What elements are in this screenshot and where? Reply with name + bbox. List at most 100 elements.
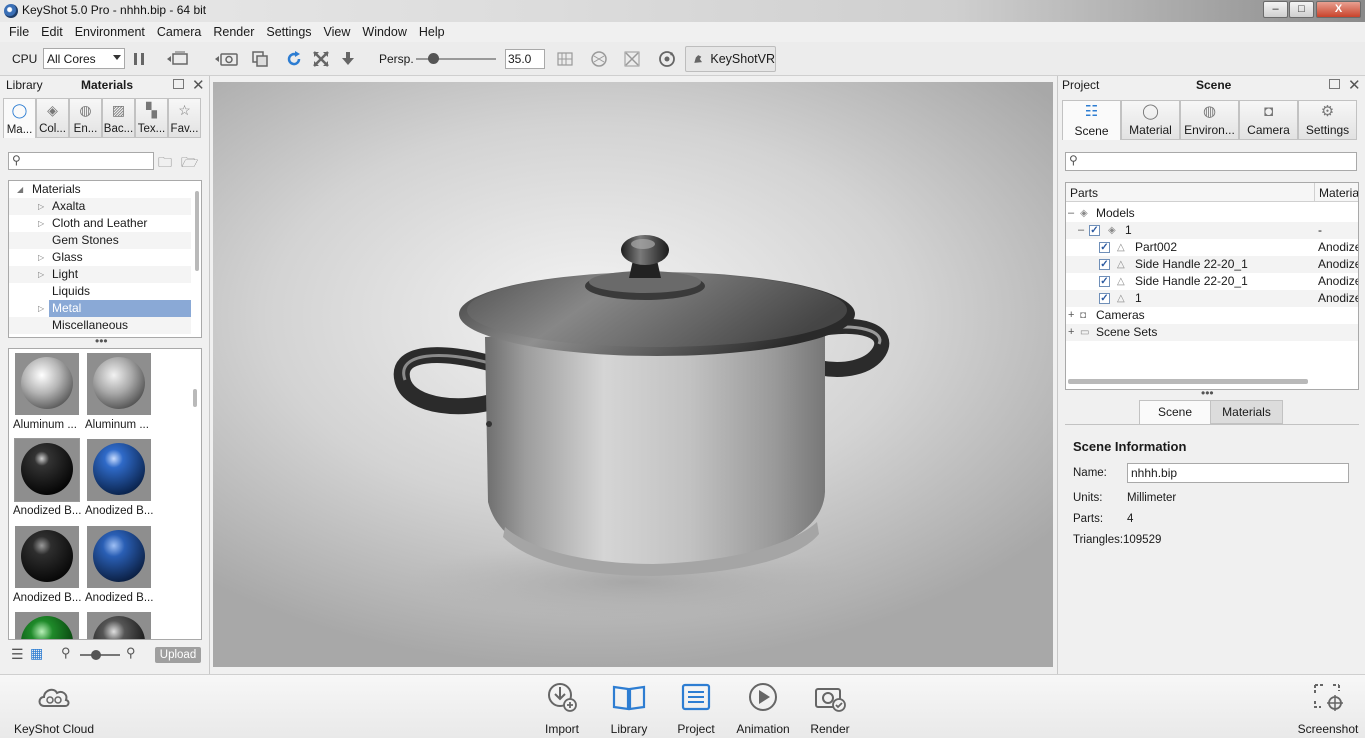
menu-file[interactable]: File xyxy=(3,25,35,39)
zoom-out-icon[interactable]: ⚲ xyxy=(61,645,71,661)
slider-knob[interactable] xyxy=(428,53,439,64)
animation-button[interactable]: Animation xyxy=(728,679,798,737)
minimize-button[interactable]: – xyxy=(1263,1,1288,18)
material-thumbnail[interactable]: Anodized B... xyxy=(11,437,83,521)
scene-row-models[interactable]: – ◈ Models xyxy=(1066,205,1358,222)
expand-icon[interactable]: + xyxy=(1068,307,1074,324)
keyshot-cloud-button[interactable]: KeyShot Cloud xyxy=(6,679,102,737)
tree-item-liquids[interactable]: Liquids xyxy=(9,283,191,300)
tree-scrollbar[interactable] xyxy=(195,191,199,271)
zoom-in-icon[interactable]: ⚲ xyxy=(126,645,136,661)
menu-view[interactable]: View xyxy=(318,25,357,39)
tab-material[interactable]: ◯ Material xyxy=(1121,100,1180,140)
scene-tree-scrollbar[interactable] xyxy=(1068,379,1308,384)
visibility-checkbox[interactable]: ✓ xyxy=(1099,276,1110,287)
tree-item-cloth-and-leather[interactable]: ▷ Cloth and Leather xyxy=(9,215,191,232)
collapse-icon[interactable]: – xyxy=(1078,222,1084,239)
tree-item-gem-stones[interactable]: Gem Stones xyxy=(9,232,191,249)
visibility-checkbox[interactable]: ✓ xyxy=(1099,293,1110,304)
collapsed-arrow-icon[interactable]: ▷ xyxy=(38,198,44,215)
rotate-icon[interactable] xyxy=(657,42,677,76)
import-button[interactable]: Import xyxy=(527,679,597,737)
undock-icon[interactable] xyxy=(173,79,184,89)
project-button[interactable]: Project xyxy=(661,679,731,737)
render-viewport[interactable] xyxy=(213,82,1053,667)
splitter-handle-icon[interactable]: ••• xyxy=(95,334,108,348)
copy-icon[interactable] xyxy=(251,42,269,76)
keyshot-app-icon[interactable] xyxy=(4,4,18,18)
upload-button[interactable]: Upload xyxy=(155,647,201,663)
material-thumbnail[interactable] xyxy=(83,610,155,639)
geometry-view-icon[interactable] xyxy=(623,42,641,76)
tab-scene[interactable]: ☷ Scene xyxy=(1062,100,1121,140)
close-panel-icon[interactable]: ✕ xyxy=(192,76,205,94)
grid-view-icon[interactable]: ▦ xyxy=(30,645,43,662)
drop-down-arrow-icon[interactable] xyxy=(339,42,357,76)
cpu-cores-select[interactable]: All Cores xyxy=(43,48,125,69)
tree-item-glass[interactable]: ▷ Glass xyxy=(9,249,191,266)
import-scene-icon[interactable] xyxy=(165,42,191,76)
collapsed-arrow-icon[interactable]: ▷ xyxy=(38,215,44,232)
tree-item-axalta[interactable]: ▷ Axalta xyxy=(9,198,191,215)
scene-search-input[interactable]: ⚲ xyxy=(1065,152,1357,171)
scene-name-field[interactable]: nhhh.bip xyxy=(1127,463,1349,483)
collapsed-arrow-icon[interactable]: ▷ xyxy=(38,249,44,266)
pause-icon[interactable] xyxy=(131,42,147,76)
menu-edit[interactable]: Edit xyxy=(35,25,69,39)
menu-environment[interactable]: Environment xyxy=(69,25,151,39)
scene-row-part[interactable]: ✓ △ Side Handle 22-20_1 Anodize xyxy=(1066,273,1358,290)
expanded-arrow-icon[interactable]: ◢ xyxy=(17,181,23,198)
fit-view-icon[interactable] xyxy=(312,42,330,76)
tree-item-materials[interactable]: ◢ Materials xyxy=(9,181,191,198)
screenshot-icon[interactable] xyxy=(213,42,241,76)
material-thumbnail[interactable]: Anodized B... xyxy=(83,524,155,608)
visibility-checkbox[interactable]: ✓ xyxy=(1099,242,1110,253)
tab-colors[interactable]: ◈ Col... xyxy=(36,98,69,138)
scene-row-scene-sets[interactable]: + ▭ Scene Sets xyxy=(1066,324,1358,341)
tab-settings[interactable]: ⚙ Settings xyxy=(1298,100,1357,140)
menu-window[interactable]: Window xyxy=(356,25,412,39)
visibility-checkbox[interactable]: ✓ xyxy=(1099,259,1110,270)
visibility-checkbox[interactable]: ✓ xyxy=(1089,225,1100,236)
slider-knob[interactable] xyxy=(91,650,101,660)
material-thumbnail[interactable] xyxy=(11,610,83,639)
menu-settings[interactable]: Settings xyxy=(260,25,317,39)
menu-render[interactable]: Render xyxy=(207,25,260,39)
material-thumbnail[interactable]: Aluminum ... xyxy=(83,351,155,435)
undock-icon[interactable] xyxy=(1329,79,1340,89)
perspective-slider[interactable] xyxy=(416,53,496,64)
menu-help[interactable]: Help xyxy=(413,25,451,39)
column-header-parts[interactable]: Parts xyxy=(1070,186,1098,200)
material-thumbnail[interactable]: Anodized B... xyxy=(11,524,83,608)
column-header-material[interactable]: Materia xyxy=(1319,186,1358,200)
tab-scene-info[interactable]: Scene xyxy=(1139,400,1211,424)
folder-options-icon[interactable]: 🗁 xyxy=(181,152,198,176)
scene-row-part[interactable]: ✓ △ 1 Anodize xyxy=(1066,290,1358,307)
expand-icon[interactable]: + xyxy=(1068,324,1074,341)
scene-row-cameras[interactable]: + ◘ Cameras xyxy=(1066,307,1358,324)
splitter-handle-icon[interactable]: ••• xyxy=(1201,386,1214,400)
tree-item-metal[interactable]: ▷ Metal xyxy=(9,300,191,317)
keyshotvr-button[interactable]: KeyShotVR xyxy=(685,46,776,72)
tab-scene-materials[interactable]: Materials xyxy=(1210,400,1283,424)
realcloth-icon[interactable] xyxy=(590,42,608,76)
tab-environments[interactable]: ◍ En... xyxy=(69,98,102,138)
close-button[interactable]: X xyxy=(1316,1,1361,18)
collapsed-arrow-icon[interactable]: ▷ xyxy=(38,300,44,317)
scene-row-part[interactable]: ✓ △ Side Handle 22-20_1 Anodize xyxy=(1066,256,1358,273)
material-thumbnail[interactable]: Anodized B... xyxy=(83,437,155,521)
thumbnails-scrollbar[interactable] xyxy=(193,389,197,407)
maximize-button[interactable]: □ xyxy=(1289,1,1314,18)
tab-backplates[interactable]: ▨ Bac... xyxy=(102,98,135,138)
collapsed-arrow-icon[interactable]: ▷ xyxy=(38,266,44,283)
tab-materials[interactable]: ◯ Ma... xyxy=(3,98,36,138)
menu-camera[interactable]: Camera xyxy=(151,25,207,39)
tab-camera[interactable]: ◘ Camera xyxy=(1239,100,1298,140)
grid-icon[interactable] xyxy=(556,42,574,76)
tab-environment[interactable]: ◍ Environ... xyxy=(1180,100,1239,140)
screenshot-button[interactable]: Screenshot xyxy=(1293,679,1363,737)
tree-item-miscellaneous[interactable]: Miscellaneous xyxy=(9,317,191,334)
refresh-icon[interactable] xyxy=(285,42,303,76)
library-button[interactable]: Library xyxy=(594,679,664,737)
list-view-icon[interactable]: ☰ xyxy=(11,646,24,663)
